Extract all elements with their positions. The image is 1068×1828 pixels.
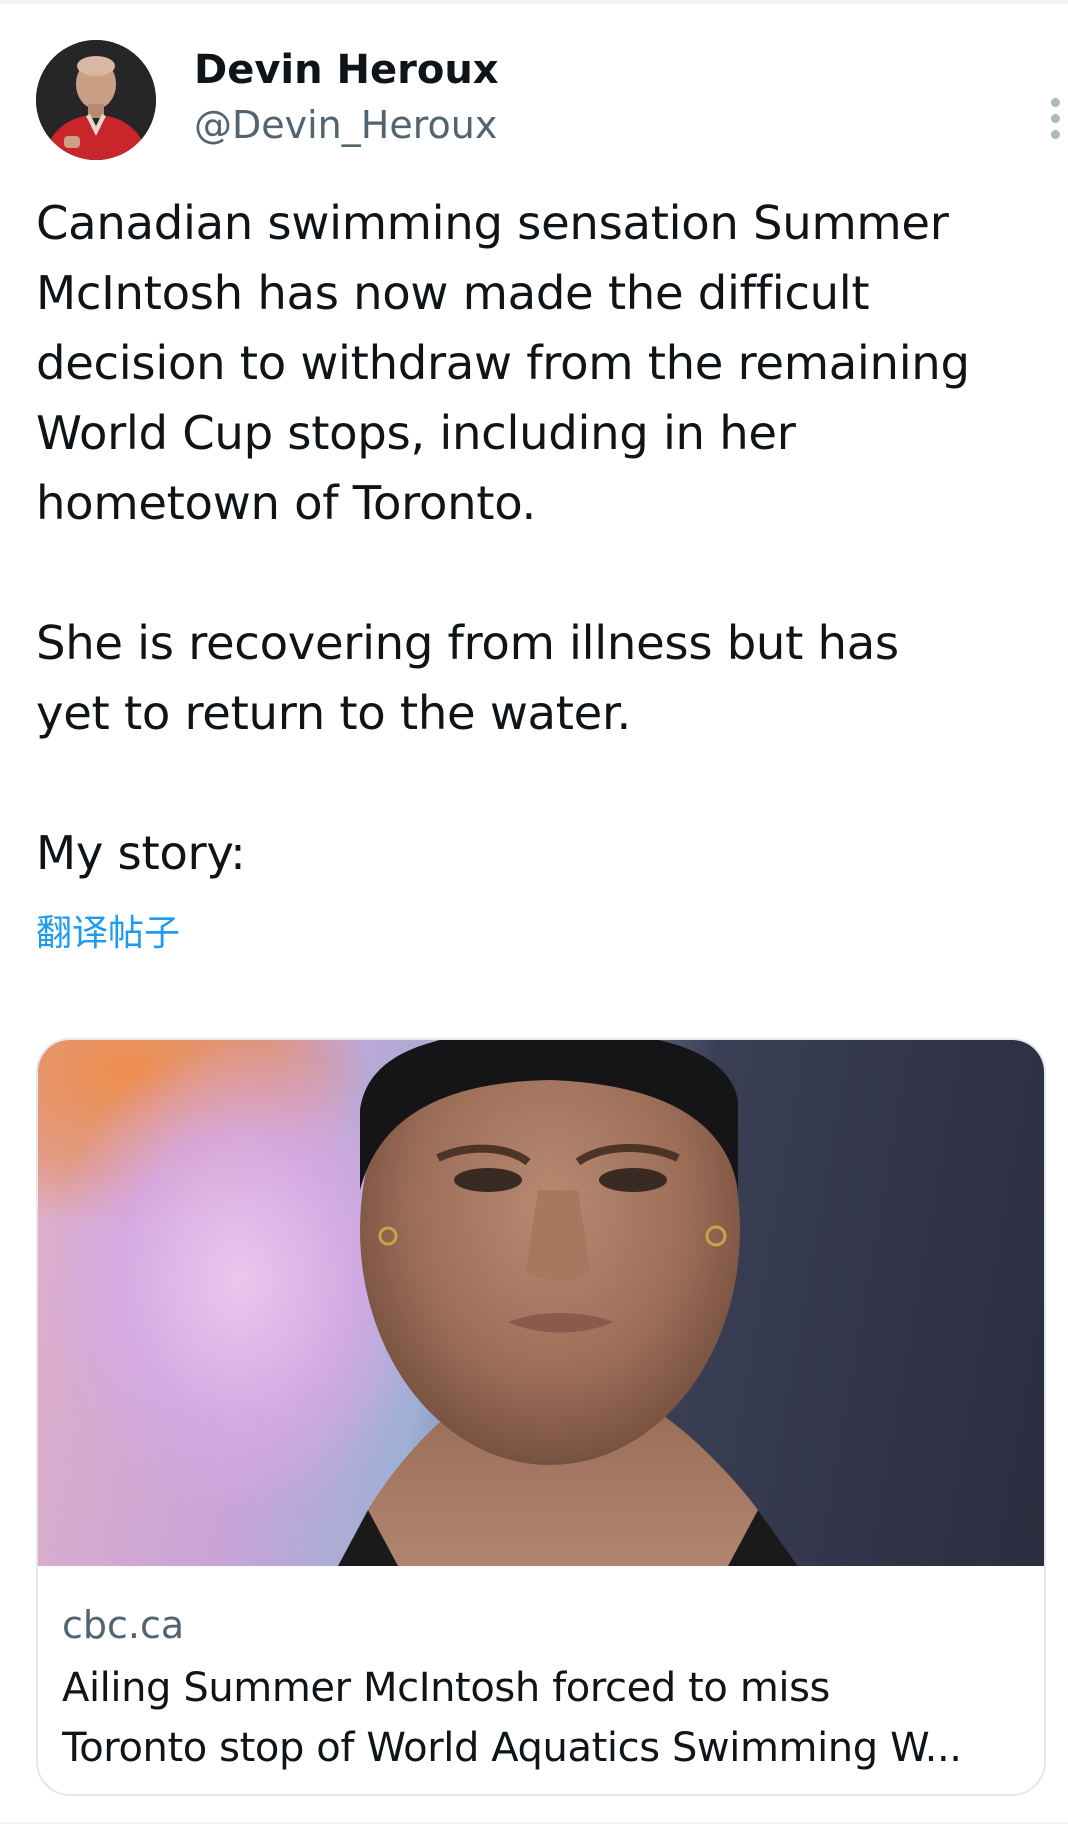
tweet-paragraph: My story: (36, 826, 246, 880)
card-title-line: Ailing Summer McIntosh forced to miss (62, 1665, 830, 1711)
more-options-button[interactable] (1036, 98, 1068, 158)
more-vertical-icon (1051, 130, 1060, 139)
card-domain: cbc.ca (62, 1603, 185, 1647)
link-preview-card[interactable]: cbc.ca Ailing Summer McIntosh forced to … (36, 1038, 1046, 1796)
avatar[interactable] (36, 40, 156, 160)
translate-post-link[interactable]: 翻译帖子 (36, 908, 180, 960)
card-title-line: Toronto stop of World Aquatics Swimming … (62, 1725, 962, 1771)
more-vertical-icon (1051, 98, 1060, 107)
tweet-text: Canadian swimming sensation Summer McInt… (36, 188, 1046, 888)
tweet-header: Devin Heroux @Devin_Heroux (36, 40, 1060, 162)
card-photo (338, 1040, 798, 1566)
more-vertical-icon (1051, 114, 1060, 123)
author-handle[interactable]: @Devin_Heroux (194, 100, 497, 150)
bottom-divider (0, 1822, 1068, 1824)
tweet-paragraph: Canadian swimming sensation Summer McInt… (36, 196, 970, 530)
avatar-image (36, 40, 156, 160)
tweet[interactable]: Devin Heroux @Devin_Heroux Canadian swim… (0, 0, 1068, 1828)
tweet-paragraph: She is recovering from illness but has y… (36, 616, 899, 740)
author-name[interactable]: Devin Heroux (194, 44, 499, 96)
card-title: Ailing Summer McIntosh forced to miss To… (62, 1658, 1022, 1778)
card-image (38, 1040, 1044, 1566)
